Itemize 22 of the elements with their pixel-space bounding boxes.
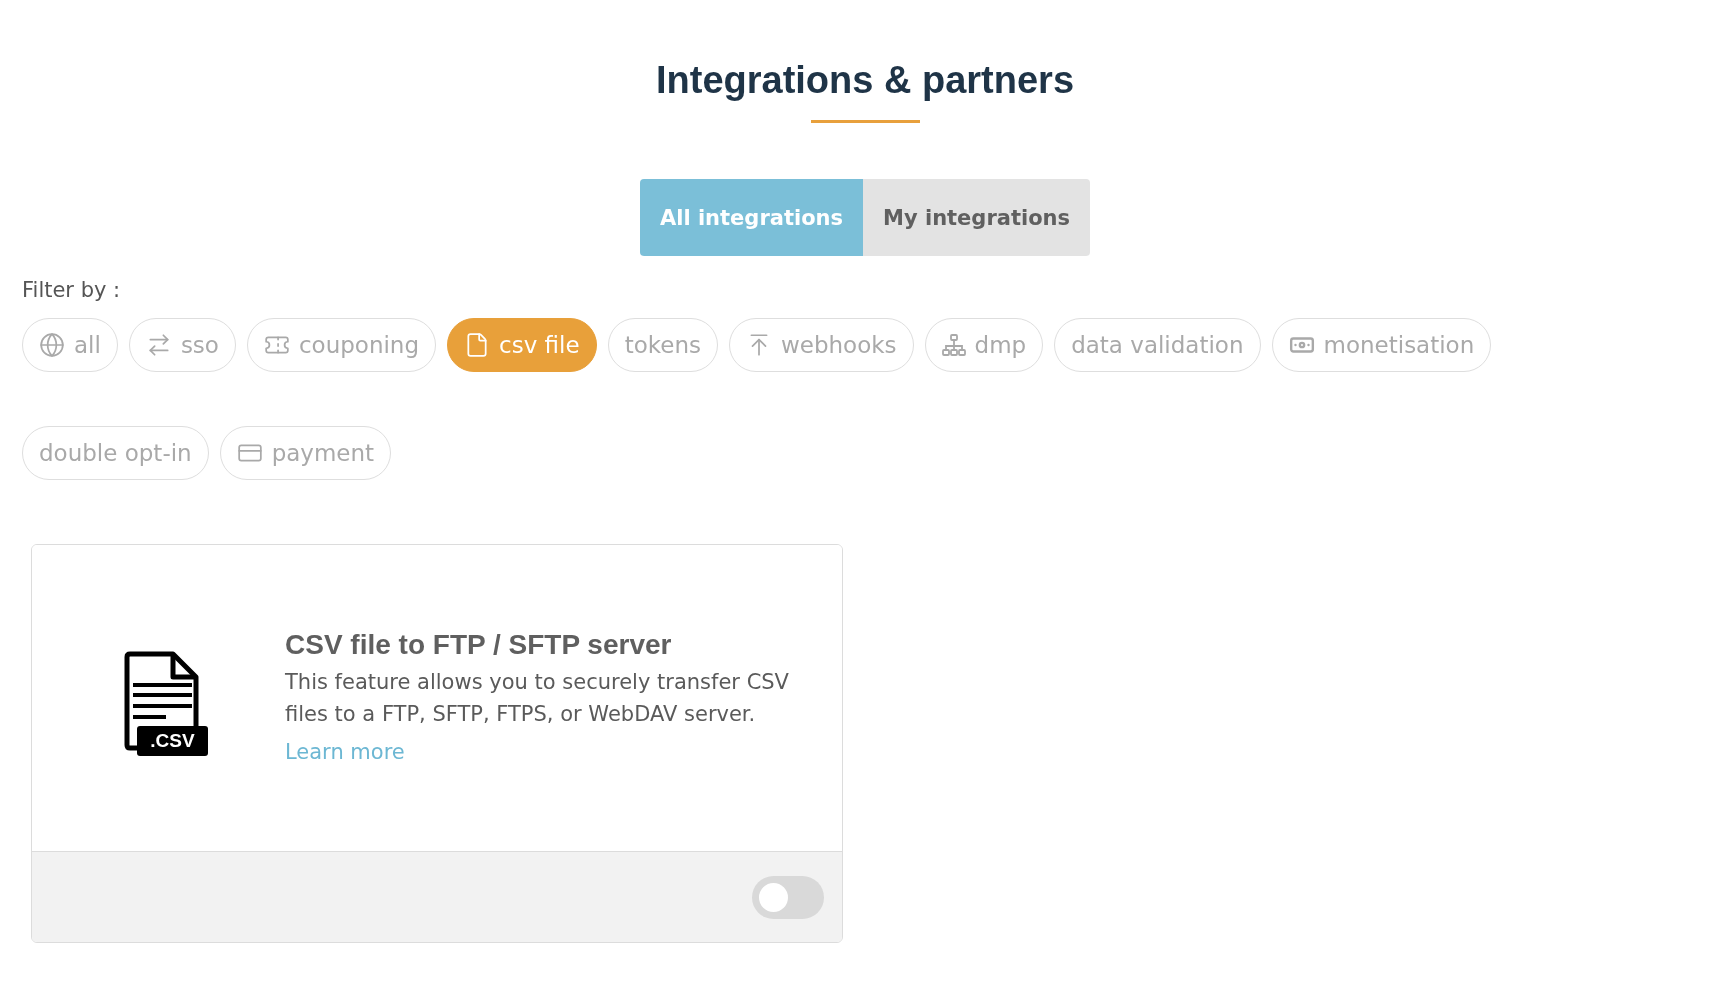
filter-chip[interactable]: payment — [219, 426, 392, 480]
filter-chip[interactable]: csv file — [447, 318, 597, 372]
filter-chip[interactable]: couponing — [246, 318, 437, 372]
filter-chip[interactable]: monetisation — [1271, 318, 1492, 372]
file-type-label: .CSV — [137, 725, 208, 756]
tab[interactable]: All integrations — [639, 179, 864, 256]
filter-chip[interactable]: all — [22, 318, 118, 372]
card-title: CSV file to FTP / SFTP server — [285, 628, 672, 662]
filter-chip[interactable]: tokens — [607, 318, 718, 372]
tab[interactable]: My integrations — [863, 179, 1091, 256]
globe-icon — [39, 332, 65, 358]
toggle-switch[interactable] — [752, 875, 824, 919]
filter-chip[interactable]: data validation — [1054, 318, 1261, 372]
filter-label: Filter by : — [22, 277, 121, 304]
card-description: This feature allows you to securely transfer CSV files to a FTP, SFTP, FTPS, or WebDAV server. — [285, 669, 790, 728]
page-title: Integrations & partners — [655, 58, 1075, 103]
learn-more-link[interactable]: Learn more — [285, 736, 405, 768]
filter-chip[interactable]: sso — [128, 318, 236, 372]
filter-chip[interactable]: dmp — [924, 318, 1044, 372]
filter-chip[interactable]: double opt-in — [22, 426, 209, 480]
filter-chip[interactable]: webhooks — [728, 318, 914, 372]
hierarchy-icon — [941, 334, 966, 356]
